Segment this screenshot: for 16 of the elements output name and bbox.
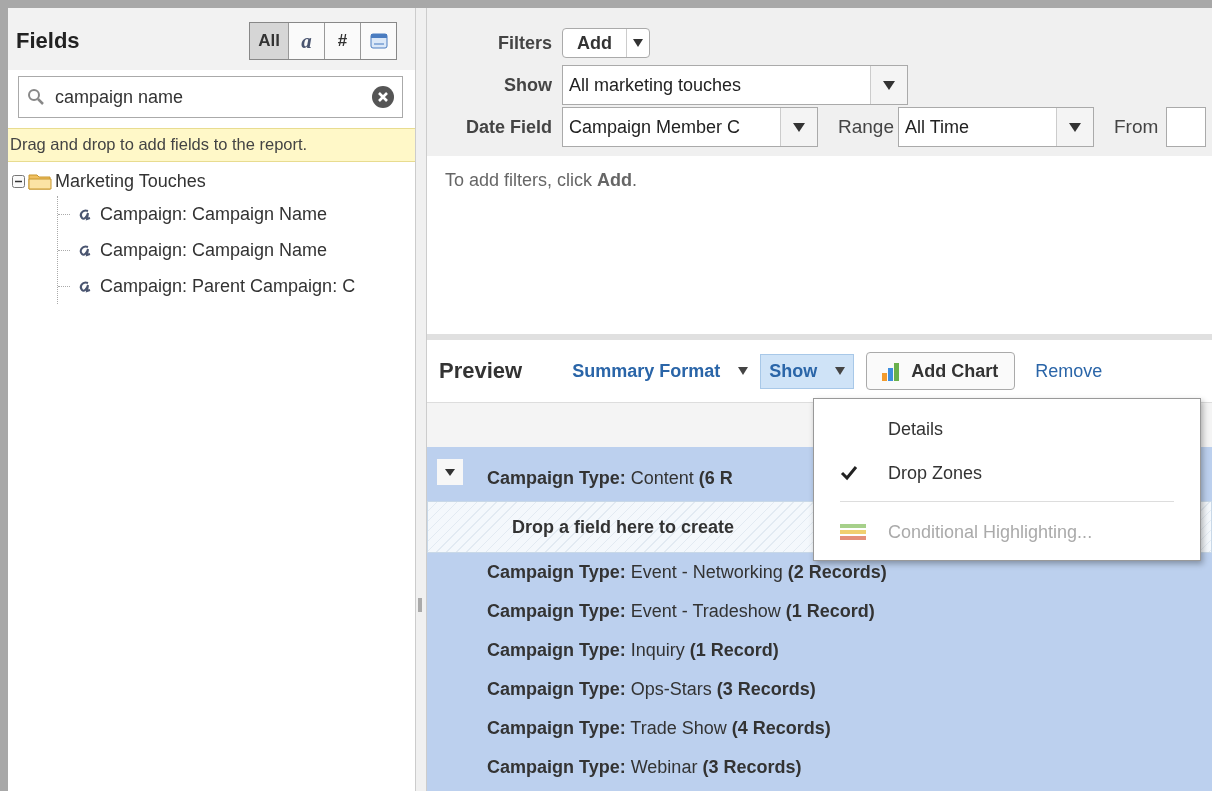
hint-text: Drag and drop to add fields to the report. — [8, 128, 415, 162]
preview-title: Preview — [439, 358, 523, 384]
empty-filters-hint: To add filters, click Add. — [445, 170, 638, 190]
group-row: Campaign Type: Webinar (3 Records) — [487, 757, 802, 778]
group-row: Campaign Type: Content (6 R — [487, 467, 733, 489]
from-label: From — [1113, 116, 1160, 138]
group-row: Campaign Type: Event - Networking (2 Records) — [487, 562, 887, 583]
group-row: Campaign Type: Event - Tradeshow (1 Record) — [487, 601, 875, 622]
group-row: Campaign Type: Inquiry (1 Record) — [487, 640, 779, 661]
group-row: Campaign Type: Ops-Stars (3 Records) — [487, 679, 816, 700]
date-field-label: Date Field — [464, 116, 553, 138]
filters-label: Filters — [496, 32, 553, 54]
range-label: Range — [837, 116, 895, 138]
panel-title: Fields — [16, 28, 80, 54]
group-row: Campaign Type: Trade Show (4 Records) — [487, 718, 831, 739]
show-label: Show — [503, 74, 553, 96]
